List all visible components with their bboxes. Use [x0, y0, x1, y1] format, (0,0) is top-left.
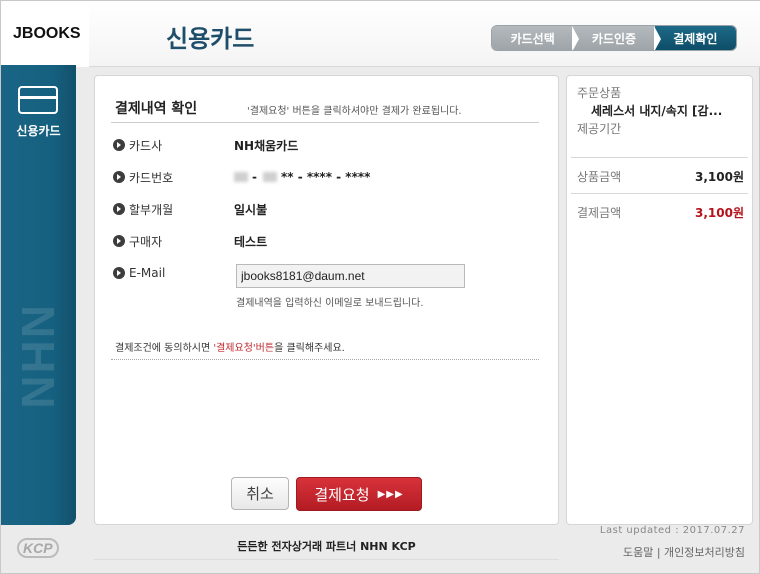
agreement-suffix: 을 클릭해주세요. [274, 343, 345, 354]
payment-request-button[interactable]: 결제요청 ▶▶▶ [296, 477, 422, 511]
bullet-arrow-icon [113, 139, 125, 151]
agreement-text: 결제조건에 동의하시면 '결제요청'버튼을 클릭해주세요. [115, 339, 345, 354]
field-card-number: 카드번호 - ** - **** - **** [113, 168, 370, 186]
product-label: 주문상품 [577, 86, 622, 100]
field-label: 할부개월 [129, 202, 174, 217]
bullet-arrow-icon [113, 203, 125, 215]
cancel-button[interactable]: 취소 [231, 477, 289, 510]
field-label: 구매자 [129, 234, 163, 249]
last-updated: Last updated : 2017.07.27 [599, 525, 745, 536]
triple-arrow-icon: ▶▶▶ [377, 488, 404, 500]
field-label: E-Mail [129, 266, 166, 280]
divider [94, 559, 559, 560]
field-value: 테스트 [234, 234, 268, 249]
field-installment: 할부개월 일시불 [113, 200, 267, 218]
step-card-auth: 카드인증 [573, 26, 661, 50]
field-email: E-Mail [113, 264, 234, 282]
divider [111, 359, 539, 360]
sidebar: 신용카드 NHN KCP [0, 65, 76, 525]
pay-button-label: 결제요청 [314, 485, 370, 504]
field-value: NH채움카드 [234, 138, 299, 153]
step-card-select: 카드선택 [492, 26, 580, 50]
divider [111, 122, 539, 123]
email-help-text: 결제내역을 입력하신 이메일로 보내드립니다. [236, 298, 424, 309]
bullet-arrow-icon [113, 171, 125, 183]
masked-digits [262, 172, 277, 182]
bullet-arrow-icon [113, 267, 125, 279]
section-title: 결제내역 확인 [115, 101, 198, 117]
field-value: ** - **** - **** [280, 170, 371, 184]
agreement-highlight: '결제요청'버튼 [213, 343, 275, 354]
sidebar-label: 신용카드 [16, 124, 61, 138]
masked-digits [234, 172, 248, 182]
divider [571, 193, 748, 194]
price-value: 3,100원 [695, 170, 744, 184]
link-separator: | [653, 546, 665, 559]
divider [571, 157, 748, 158]
payment-amount-value: 3,100원 [695, 206, 744, 220]
help-link[interactable]: 도움말 [623, 546, 653, 559]
field-label: 카드사 [129, 138, 163, 153]
period-label: 제공기간 [577, 122, 622, 136]
header-bar: JBOOKS 신용카드 카드선택 카드인증 결제확인 [1, 1, 760, 67]
payment-details-panel: 결제내역 확인 '결제요청' 버튼을 클릭하셔야만 결제가 완료됩니다. 카드사… [94, 75, 559, 525]
footer-tagline: 든든한 전자상거래 파트너 NHN KCP [237, 540, 416, 553]
field-buyer: 구매자 테스트 [113, 232, 267, 250]
step-label: 결제확인 [673, 31, 718, 46]
field-value: 일시불 [234, 202, 268, 217]
field-label: 카드번호 [129, 170, 174, 185]
credit-card-icon [18, 86, 58, 114]
order-summary-panel: 주문상품 세레스서 내지/속지 [감... 제공기간 상품금액 3,100원 결… [566, 75, 753, 525]
email-input[interactable] [236, 264, 465, 288]
section-note: '결제요청' 버튼을 클릭하셔야만 결제가 완료됩니다. [247, 106, 462, 117]
price-label: 상품금액 [577, 170, 622, 184]
field-card-company: 카드사 NH채움카드 [113, 136, 298, 154]
step-label: 카드선택 [510, 31, 555, 46]
kcp-watermark: NHN KCP [0, 305, 64, 411]
step-chevron-icon [572, 26, 580, 50]
product-name: 세레스서 내지/속지 [감... [591, 104, 723, 118]
agreement-prefix: 결제조건에 동의하시면 [115, 343, 214, 354]
page-title: 신용카드 [166, 25, 255, 53]
brand-name: JBOOKS [13, 25, 81, 42]
payment-window: JBOOKS 신용카드 카드선택 카드인증 결제확인 신용카드 NHN KCP … [0, 0, 760, 574]
step-chevron-icon [653, 26, 661, 50]
payment-amount-label: 결제금액 [577, 206, 622, 220]
bullet-arrow-icon [113, 235, 125, 247]
kcp-logo: KCP [17, 538, 59, 558]
step-indicator: 카드선택 카드인증 결제확인 [491, 25, 737, 51]
step-label: 카드인증 [591, 31, 637, 46]
step-payment-confirm: 결제확인 [654, 26, 736, 50]
footer-links: 도움말 | 개인정보처리방침 [623, 544, 745, 560]
privacy-link[interactable]: 개인정보처리방침 [664, 546, 745, 559]
